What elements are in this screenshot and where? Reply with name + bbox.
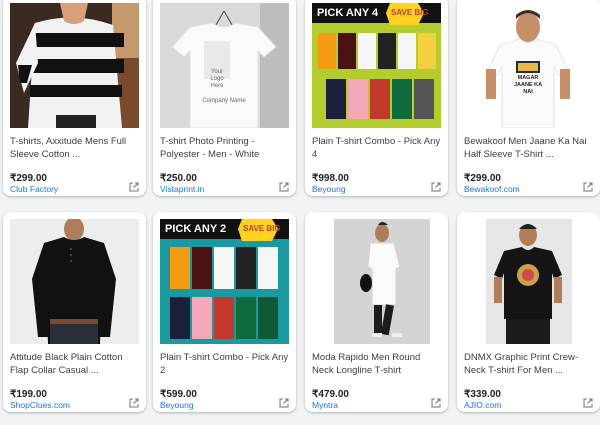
product-card[interactable]: Your Logo Here Company Name T-shirt Phot… (153, 0, 296, 196)
product-source[interactable]: ShopClues.com (10, 400, 70, 410)
external-link-icon[interactable] (129, 398, 139, 408)
product-source[interactable]: Beyoung (312, 184, 346, 194)
external-link-icon[interactable] (431, 398, 441, 408)
external-link-icon[interactable] (583, 182, 593, 192)
product-title[interactable]: DNMX Graphic Print Crew-Neck T-shirt For… (464, 351, 594, 377)
promo-banner: PICK ANY 4 (317, 7, 379, 19)
promo-banner: PICK ANY 2 (165, 223, 227, 235)
product-card[interactable]: Moda Rapido Men Round Neck Longline T-sh… (305, 212, 448, 412)
product-title[interactable]: Plain T-shirt Combo - Pick Any 4 (312, 135, 442, 161)
product-title[interactable]: T-shirt Photo Printing - Polyester - Men… (160, 135, 290, 161)
product-card[interactable]: DNMX Graphic Print Crew-Neck T-shirt For… (457, 212, 600, 412)
product-image[interactable]: PICK ANY 4 SAVE BIG (312, 3, 441, 128)
product-image[interactable] (464, 219, 593, 344)
save-big-badge: SAVE BIG (391, 8, 429, 17)
external-link-icon[interactable] (431, 182, 441, 192)
product-title[interactable]: Plain T-shirt Combo - Pick Any 2 (160, 351, 290, 377)
product-price: ₹998.00 (312, 173, 349, 184)
save-big-badge: SAVE BIG (243, 224, 281, 233)
product-image[interactable] (312, 219, 441, 344)
product-source[interactable]: AJIO.com (464, 400, 501, 410)
product-image[interactable]: PICK ANY 2 SAVE BIG (160, 219, 289, 344)
external-link-icon[interactable] (279, 182, 289, 192)
product-image[interactable]: MAGAR JAANE KA NAI (464, 3, 593, 128)
product-title[interactable]: Attitude Black Plain Cotton Flap Collar … (10, 351, 140, 377)
product-card[interactable]: PICK ANY 4 SAVE BIG Plain T-shirt Combo … (305, 0, 448, 196)
product-card[interactable]: T-shirts, Axxitude Mens Full Sleeve Cott… (3, 0, 146, 196)
product-source[interactable]: Bewakoof.com (464, 184, 520, 194)
product-image[interactable] (10, 3, 139, 128)
product-price: ₹599.00 (160, 389, 197, 400)
product-source[interactable]: Beyoung (160, 400, 194, 410)
company-name-text: Company Name (202, 98, 246, 104)
product-source[interactable]: Myntra (312, 400, 338, 410)
product-price: ₹339.00 (464, 389, 501, 400)
external-link-icon[interactable] (279, 398, 289, 408)
product-card[interactable]: PICK ANY 2 SAVE BIG Plain T-shirt Combo … (153, 212, 296, 412)
product-image[interactable]: Your Logo Here Company Name (160, 3, 289, 128)
logo-placeholder-text: Your Logo Here (210, 69, 224, 89)
product-title[interactable]: Bewakoof Men Jaane Ka Nai Half Sleeve T-… (464, 135, 594, 161)
product-title[interactable]: Moda Rapido Men Round Neck Longline T-sh… (312, 351, 442, 377)
product-title[interactable]: T-shirts, Axxitude Mens Full Sleeve Cott… (10, 135, 140, 161)
product-price: ₹199.00 (10, 389, 47, 400)
product-source[interactable]: Club Factory (10, 184, 58, 194)
external-link-icon[interactable] (583, 398, 593, 408)
product-price: ₹299.00 (464, 173, 501, 184)
product-card[interactable]: Attitude Black Plain Cotton Flap Collar … (3, 212, 146, 412)
product-card[interactable]: MAGAR JAANE KA NAI Bewakoof Men Jaane Ka… (457, 0, 600, 196)
product-image[interactable] (10, 219, 139, 344)
product-source[interactable]: Vistaprint.in (160, 184, 204, 194)
product-price: ₹299.00 (10, 173, 47, 184)
product-price: ₹479.00 (312, 389, 349, 400)
external-link-icon[interactable] (129, 182, 139, 192)
product-price: ₹250.00 (160, 173, 197, 184)
shirt-print-text: MAGAR JAANE KA NAI (513, 75, 543, 95)
